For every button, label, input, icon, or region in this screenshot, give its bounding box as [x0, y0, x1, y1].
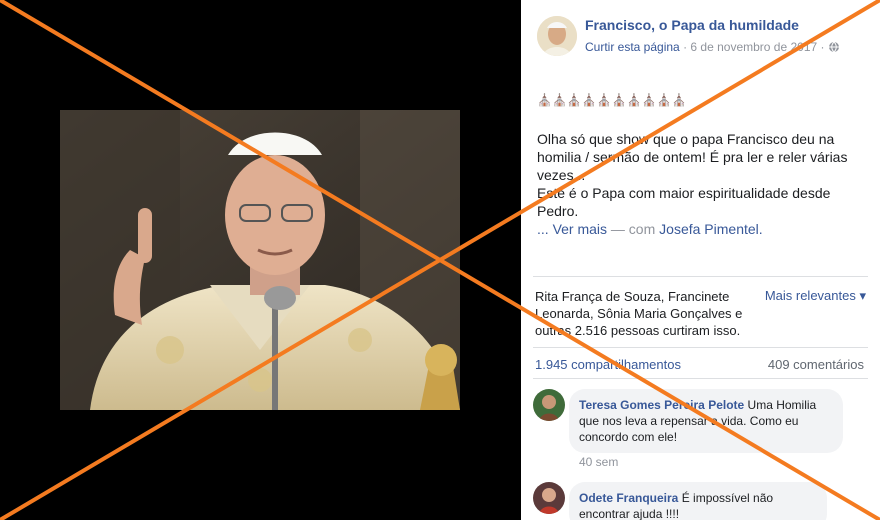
divider: [533, 378, 868, 379]
commenter-avatar[interactable]: [533, 389, 565, 421]
page-avatar-image: [537, 16, 577, 56]
page-avatar[interactable]: [537, 16, 577, 56]
post-sidebar: Francisco, o Papa da humildade Curtir es…: [521, 0, 880, 520]
see-more-link[interactable]: Ver mais: [553, 221, 607, 237]
see-more-ellipsis: ...: [537, 221, 553, 237]
comment-author-link[interactable]: Teresa Gomes Pereira Pelote: [579, 398, 744, 412]
sort-comments-dropdown[interactable]: Mais relevantes ▾: [765, 288, 866, 304]
comments-count-link[interactable]: 409 comentários: [768, 357, 864, 372]
photo-viewer: [0, 0, 521, 520]
comment-time[interactable]: 40 sem: [579, 455, 618, 469]
like-page-link[interactable]: Curtir esta página: [585, 40, 680, 54]
with-label: — com: [607, 221, 660, 237]
post-text: Olha só que show que o papa Francisco de…: [537, 130, 867, 238]
divider: [533, 347, 868, 348]
globe-icon: [828, 41, 840, 56]
comment-author-link[interactable]: Odete Franqueira: [579, 491, 678, 505]
comment-bubble: Teresa Gomes Pereira Pelote Uma Homilia …: [569, 389, 843, 453]
post-text-line-2-body: Este é o Papa com maior espiritualidade …: [537, 185, 831, 219]
post-text-line-1: Olha só que show que o papa Francisco de…: [537, 131, 848, 183]
post-header: Francisco, o Papa da humildade Curtir es…: [537, 14, 870, 58]
meta-separator-2: ·: [820, 40, 825, 54]
post-date[interactable]: 6 de novembro de 2017: [690, 40, 817, 54]
pope-photo-illustration: [60, 110, 460, 410]
post-meta: Curtir esta página · 6 de novembro de 20…: [585, 40, 840, 56]
meta-separator: ·: [683, 40, 688, 54]
comment-item: Odete Franqueira É impossível não encont…: [533, 482, 863, 520]
page-name-link[interactable]: Francisco, o Papa da humildade: [585, 17, 799, 33]
commenter-avatar-image: [533, 482, 565, 514]
post-photo[interactable]: [60, 110, 460, 410]
church-emoji-row: ⛪⛪⛪⛪⛪⛪⛪⛪⛪⛪: [537, 93, 687, 107]
comment-item: Teresa Gomes Pereira Pelote Uma Homilia …: [533, 389, 863, 471]
commenter-avatar[interactable]: [533, 482, 565, 514]
divider: [533, 276, 868, 277]
post-text-line-2: Este é o Papa com maior espiritualidade …: [537, 184, 867, 238]
commenter-avatar-image: [533, 389, 565, 421]
tagged-person-link[interactable]: Josefa Pimentel: [659, 221, 759, 237]
tagged-period: .: [758, 221, 763, 237]
shares-count-link[interactable]: 1.945 compartilhamentos: [535, 357, 681, 372]
reactions-summary[interactable]: Rita França de Souza, Francinete Leonard…: [535, 288, 761, 339]
comment-bubble: Odete Franqueira É impossível não encont…: [569, 482, 827, 520]
post-stats: 1.945 compartilhamentos 409 comentários: [535, 357, 864, 372]
